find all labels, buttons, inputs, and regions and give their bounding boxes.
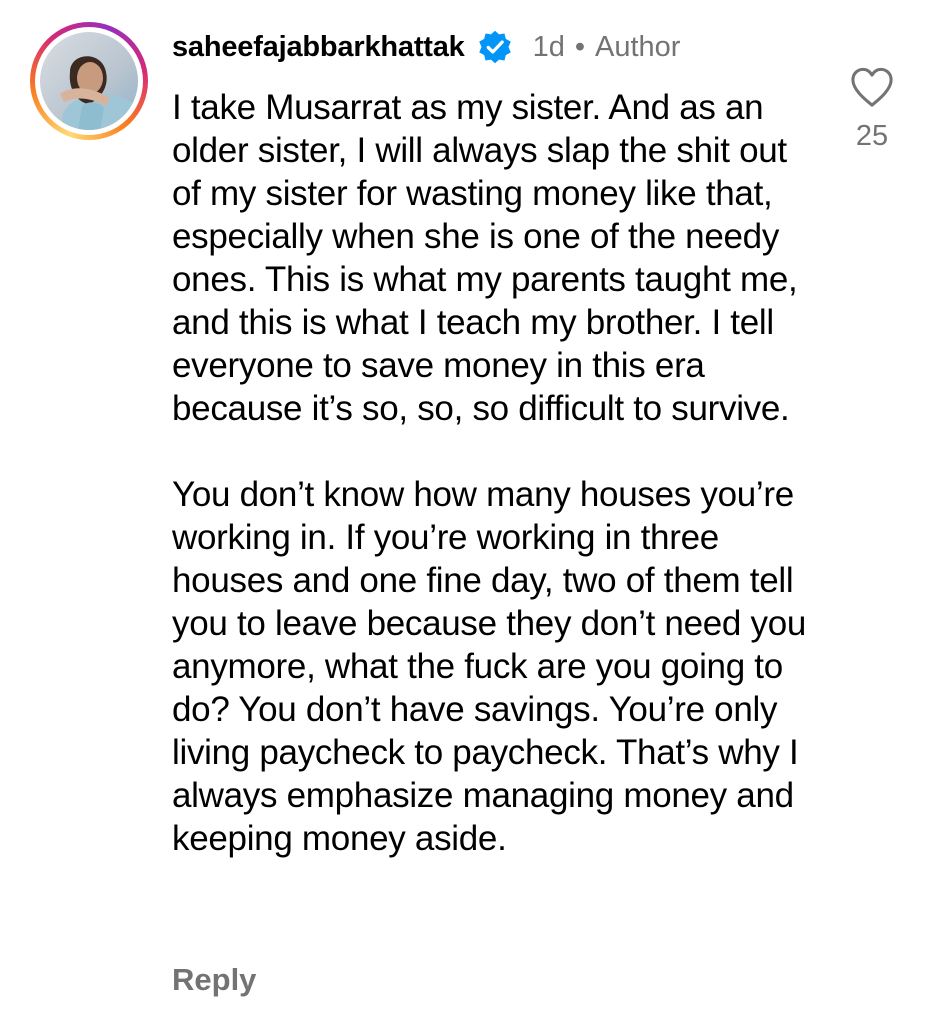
like-count: 25 [855, 120, 889, 152]
avatar-story-ring[interactable] [30, 22, 148, 140]
comment-item: saheefajabbarkhattak 1d • Author I take … [0, 0, 945, 1024]
separator-dot: • [574, 30, 586, 63]
username-link[interactable]: saheefajabbarkhattak [172, 31, 465, 64]
avatar[interactable] [40, 32, 138, 130]
heart-icon[interactable] [849, 66, 895, 108]
comment-paragraph-2: You don’t know how many houses you’re wo… [172, 475, 807, 858]
comment-header: saheefajabbarkhattak 1d • Author [172, 24, 680, 70]
comment-text: I take Musarrat as my sister. And as an … [172, 86, 812, 860]
like-control: 25 [845, 66, 899, 153]
reply-button[interactable]: Reply [172, 962, 256, 998]
comment-paragraph-1: I take Musarrat as my sister. And as an … [172, 88, 798, 428]
comment-timestamp: 1d [532, 30, 565, 63]
author-label: Author [595, 30, 681, 63]
verified-badge-icon [478, 30, 511, 64]
